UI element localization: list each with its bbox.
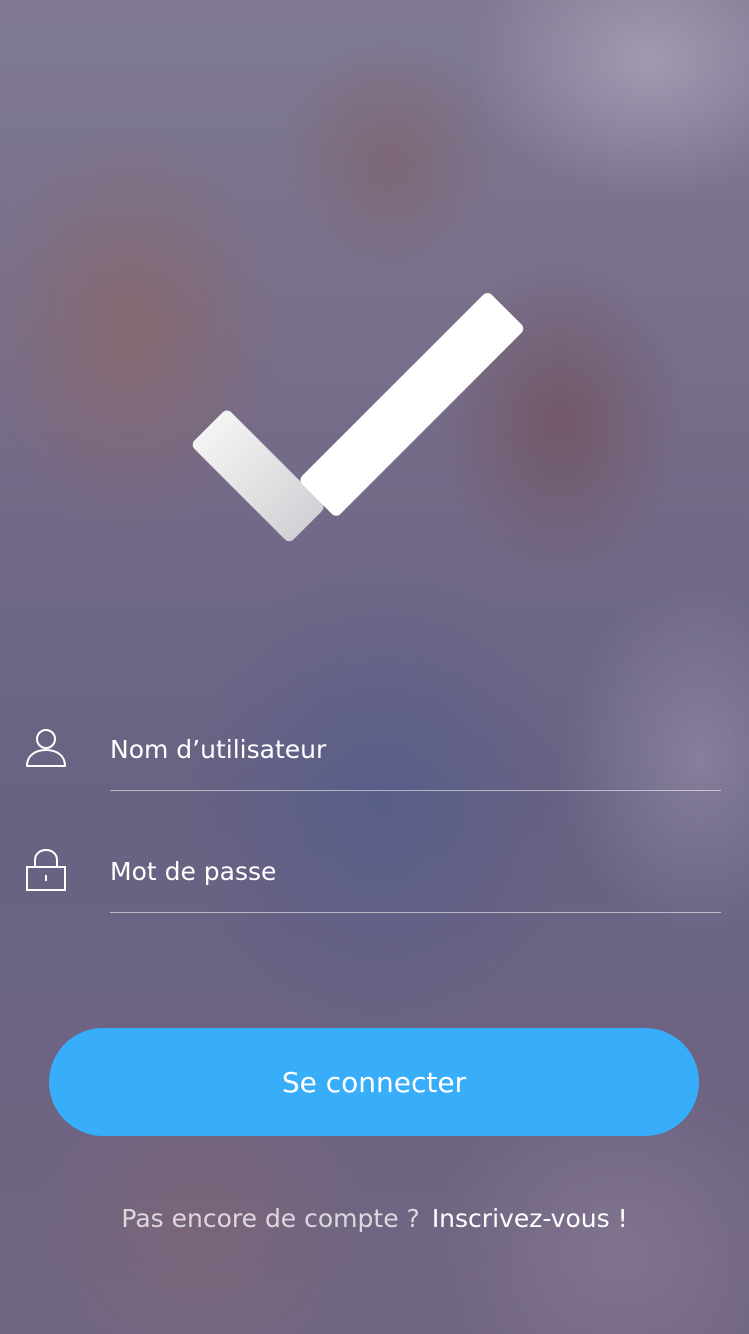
signup-link[interactable]: Inscrivez-vous ! <box>432 1204 628 1233</box>
login-screen: Se connecter Pas encore de compte ? Inscr… <box>0 0 749 1334</box>
password-field <box>0 834 749 914</box>
user-icon <box>26 729 66 767</box>
username-underline <box>110 790 721 791</box>
lock-icon <box>26 848 66 891</box>
checkmark-long-stroke <box>298 290 526 519</box>
checkmark-icon <box>190 290 528 544</box>
login-button[interactable]: Se connecter <box>49 1028 699 1136</box>
username-field <box>0 712 749 792</box>
signup-prompt-text: Pas encore de compte ? <box>121 1204 420 1233</box>
username-input[interactable] <box>110 728 710 770</box>
signup-prompt: Pas encore de compte ? Inscrivez-vous ! <box>0 1204 749 1233</box>
password-input[interactable] <box>110 850 710 892</box>
password-underline <box>110 912 721 913</box>
